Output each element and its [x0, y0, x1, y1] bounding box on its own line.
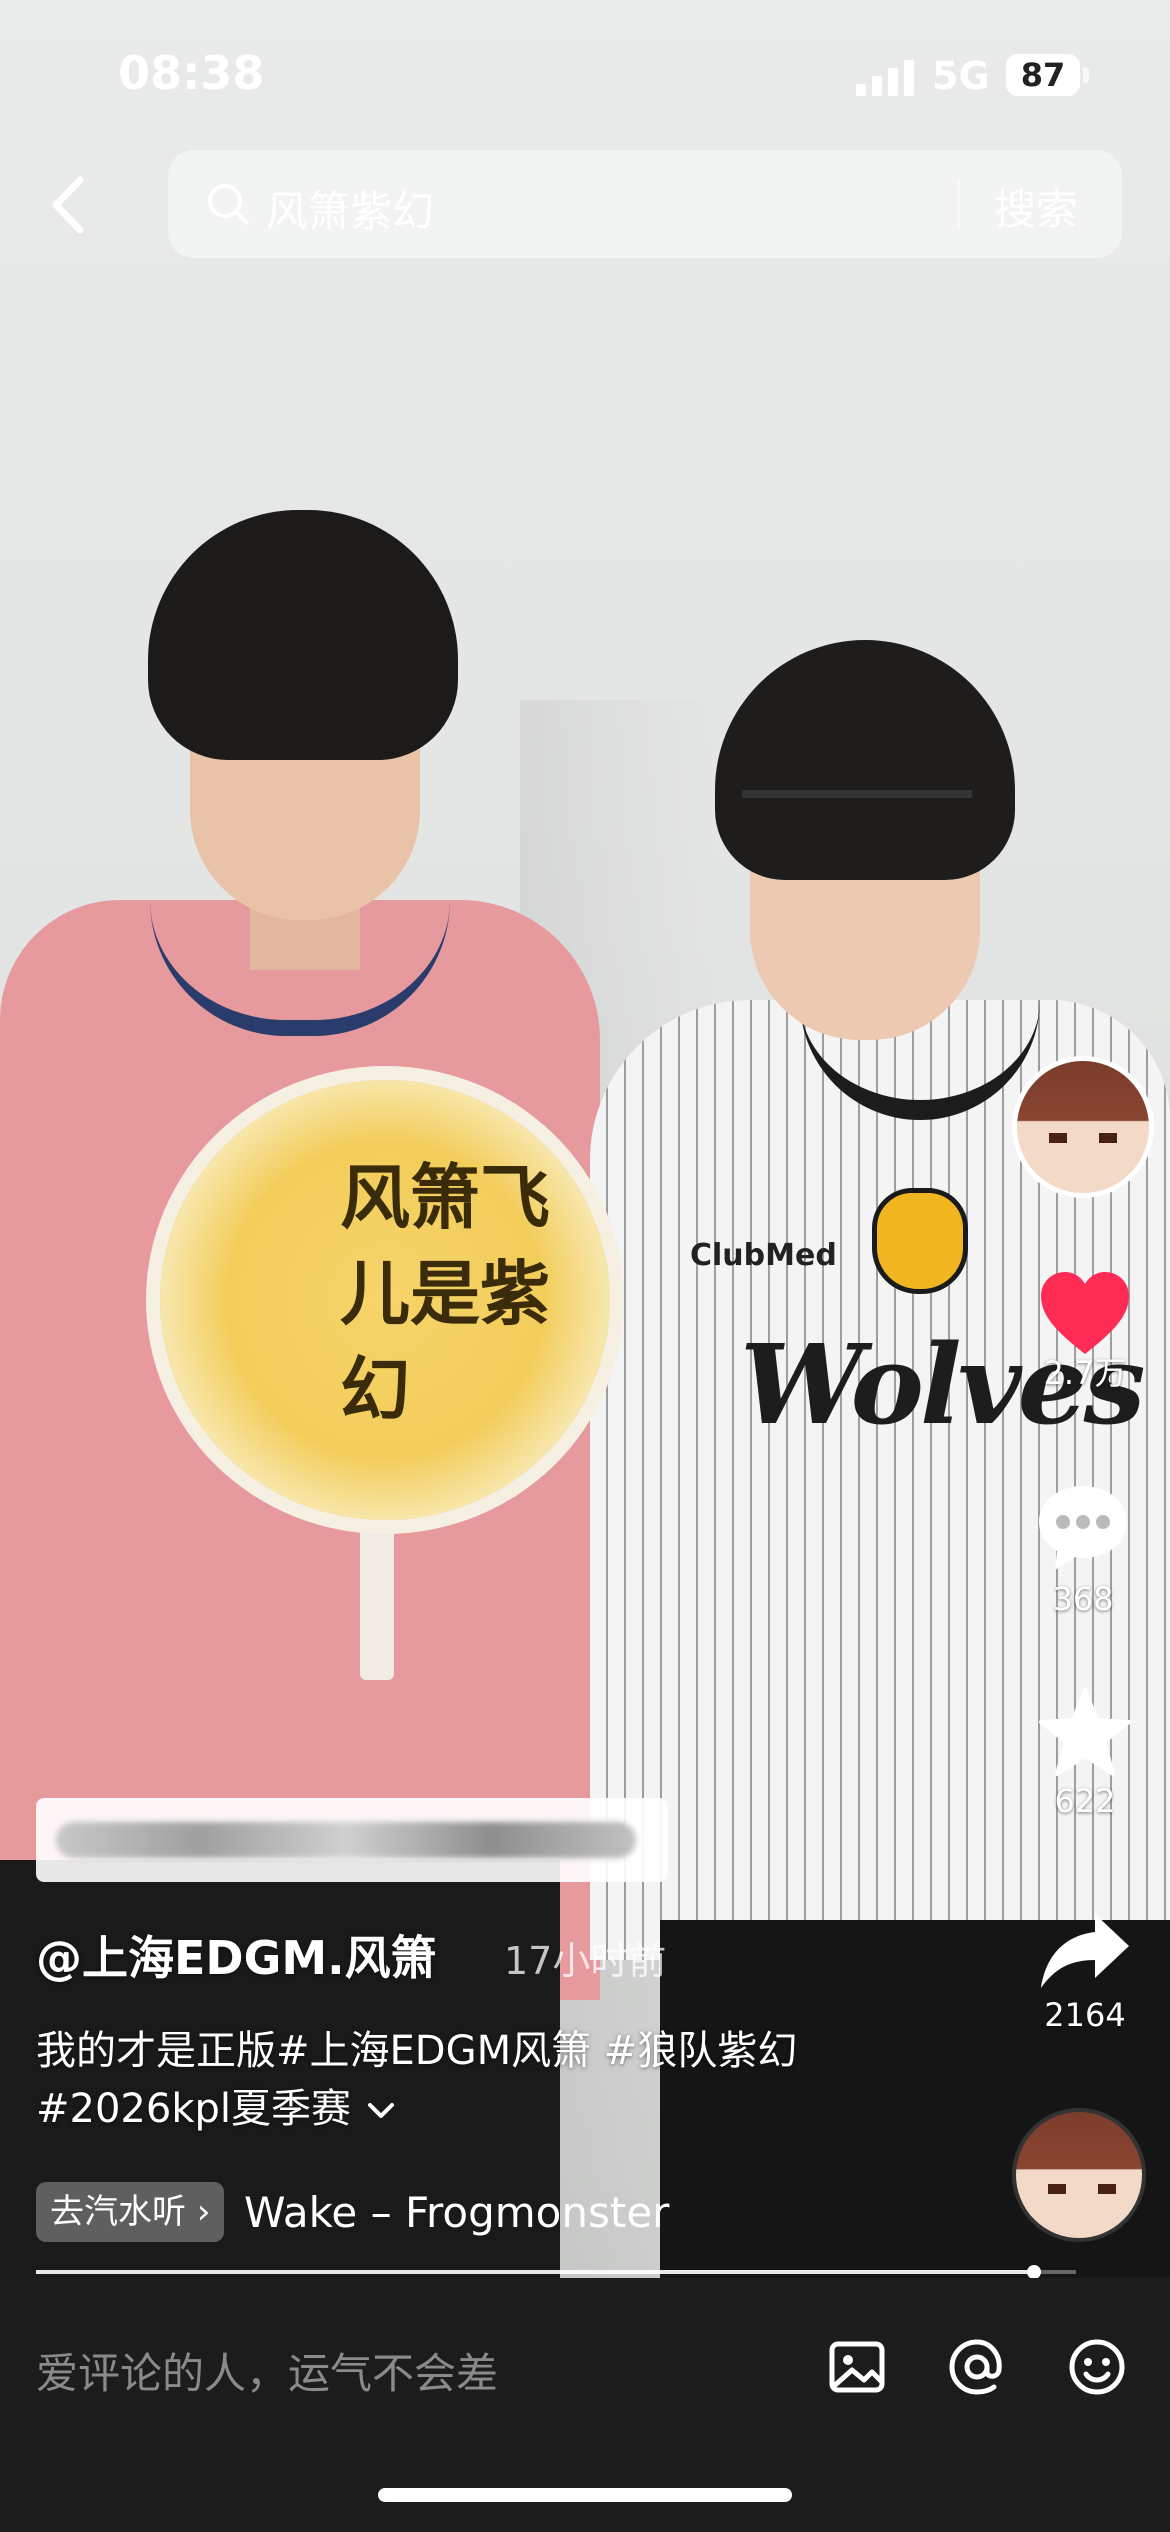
emoji-icon[interactable]	[1062, 2332, 1132, 2402]
network-type: 5G	[932, 54, 990, 98]
music-disc-avatar[interactable]	[1012, 2108, 1146, 2242]
search-icon	[208, 184, 249, 225]
fan-handle	[360, 1510, 394, 1680]
avatar-eyes	[1049, 1133, 1117, 1143]
favorite-button[interactable]: 622	[1000, 1686, 1170, 1820]
progress-fill	[36, 2270, 1035, 2274]
post-description[interactable]: 我的才是正版#上海EDGM风箫 #狼队紫幻 #2026kpl夏季赛	[36, 2022, 936, 2138]
description-line-2: #2026kpl夏季赛	[36, 2080, 936, 2138]
share-button[interactable]: 2164	[1000, 1908, 1170, 2034]
share-icon	[1041, 1914, 1129, 1988]
music-disc-eyes	[1048, 2184, 1116, 2194]
author-avatar[interactable]	[1012, 1056, 1154, 1198]
promo-banner[interactable]	[36, 1798, 668, 1882]
wolf-badge-icon	[872, 1188, 968, 1294]
image-icon[interactable]	[822, 2332, 892, 2402]
promo-blurred-content	[56, 1822, 636, 1858]
expand-chevron-icon[interactable]	[364, 2099, 398, 2123]
heart-icon	[1041, 1272, 1129, 1354]
post-time: 17小时前	[504, 1939, 667, 1983]
search-button[interactable]: 搜索	[994, 176, 1078, 237]
fan-text: 风箫飞儿是紫幻	[340, 1157, 550, 1431]
status-bar: 08:38 5G 87	[0, 0, 1170, 150]
home-indicator[interactable]	[378, 2488, 792, 2502]
music-chip[interactable]: 去汽水听 ›	[36, 2182, 225, 2242]
search-divider	[958, 180, 960, 228]
mention-icon[interactable]	[942, 2332, 1012, 2402]
battery-icon: 87	[1006, 54, 1080, 96]
jersey-sponsor: ClubMed	[690, 1238, 837, 1273]
glasses	[742, 790, 972, 862]
battery-tip	[1083, 67, 1089, 83]
signal-icon	[856, 60, 914, 96]
search-query: 风箫紫幻	[266, 187, 435, 236]
comment-input[interactable]: 爱评论的人，运气不会差	[36, 2340, 498, 2401]
back-button[interactable]	[40, 170, 100, 240]
left-person-hair	[148, 510, 458, 760]
video-progress-bar[interactable]	[36, 2265, 1076, 2279]
status-time: 08:38	[118, 46, 265, 100]
like-button[interactable]: 2.7万	[1000, 1270, 1170, 1394]
search-input[interactable]: 风箫紫幻 搜索	[168, 150, 1122, 258]
description-line-1: 我的才是正版#上海EDGM风箫 #狼队紫幻	[36, 2028, 798, 2074]
comment-icon	[1039, 1486, 1127, 1570]
description-hashtag: #2026kpl夏季赛	[36, 2086, 351, 2132]
comment-count: 368	[1052, 1580, 1114, 1618]
music-chip-label: 去汽水听	[50, 2192, 186, 2232]
comment-button[interactable]: 368	[998, 1480, 1168, 1618]
author-name[interactable]: @上海EDGM.风箫	[36, 1922, 437, 1988]
chevron-right-icon: ›	[196, 2192, 211, 2232]
like-count: 2.7万	[1043, 1354, 1127, 1392]
music-song: Wake – Frogmonster	[244, 2188, 670, 2237]
favorite-count: 622	[1054, 1782, 1116, 1820]
star-icon	[1039, 1688, 1131, 1776]
share-count: 2164	[1044, 1996, 1126, 2034]
